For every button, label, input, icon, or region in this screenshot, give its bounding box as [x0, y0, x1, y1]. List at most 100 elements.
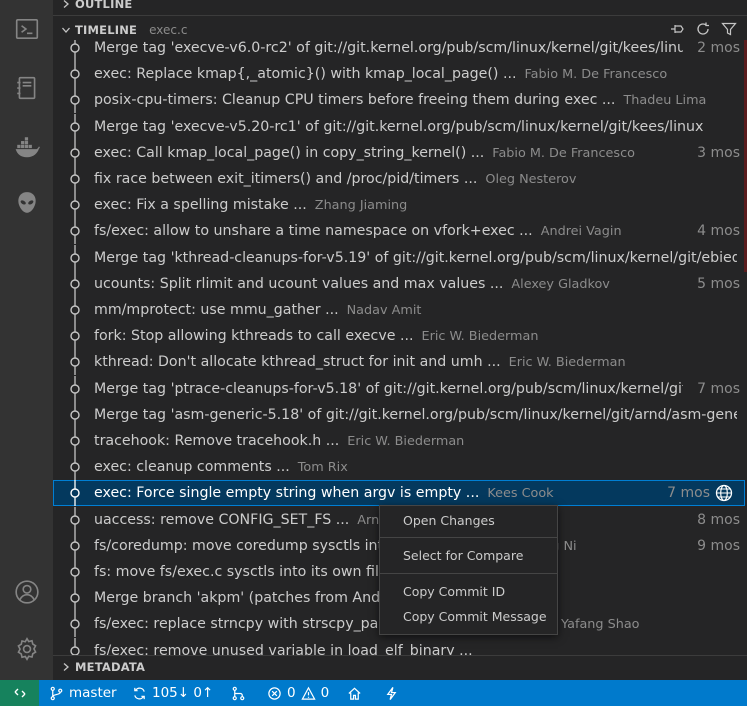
git-commit-icon — [70, 532, 80, 559]
git-commit-icon — [70, 454, 80, 481]
menu-separator — [380, 573, 557, 574]
git-commit-icon — [70, 323, 80, 350]
timeline-commit-row[interactable]: kthread: Don't allocate kthread_struct f… — [53, 349, 745, 376]
timeline-commit-row[interactable]: fix race between exit_itimers() and /pro… — [53, 166, 745, 192]
notebook-icon[interactable] — [0, 66, 53, 110]
account-icon[interactable] — [0, 570, 53, 614]
commit-message-text: Merge tag 'asm-generic-5.18' of git://gi… — [94, 406, 737, 423]
globe-icon[interactable] — [715, 484, 733, 502]
commit-message-text: Merge tag 'ptrace-cleanups-for-v5.18' of… — [94, 380, 683, 397]
commit-date: 2 mos — [697, 40, 740, 56]
commit-message-text: exec: Call kmap_local_page() in copy_str… — [94, 144, 485, 161]
timeline-commit-row[interactable]: fs/exec: allow to unshare a time namespa… — [53, 218, 745, 245]
commit-date: 8 mos — [697, 511, 740, 528]
commit-date: 7 mos — [697, 380, 740, 397]
git-commit-icon — [70, 270, 80, 297]
commit-message: exec: Call kmap_local_page() in copy_str… — [94, 145, 683, 161]
commit-message-text: exec: cleanup comments ... — [94, 459, 290, 476]
commit-author: Tom Rix — [297, 460, 348, 476]
commit-message-text: posix-cpu-timers: Cleanup CPU timers bef… — [94, 92, 616, 109]
pin-icon[interactable] — [669, 21, 685, 40]
lightning-item[interactable] — [384, 680, 399, 706]
sync-item[interactable]: 105↓ 0↑ — [132, 680, 213, 706]
filter-icon[interactable] — [721, 21, 737, 40]
commit-message: fs/exec: allow to unshare a time namespa… — [94, 223, 683, 239]
git-commit-icon — [70, 218, 80, 245]
refresh-icon[interactable] — [695, 21, 711, 40]
chevron-right-icon — [57, 0, 75, 9]
timeline-commit-row[interactable]: posix-cpu-timers: Cleanup CPU timers bef… — [53, 87, 745, 114]
git-commit-icon — [70, 40, 80, 61]
timeline-commit-row[interactable]: Merge tag 'ptrace-cleanups-for-v5.18' of… — [53, 375, 745, 402]
menu-item-copy-commit-message[interactable]: Copy Commit Message — [403, 609, 547, 624]
commit-message: ucounts: Split rlimit and ucount values … — [94, 276, 683, 292]
timeline-commit-row[interactable]: fs/exec: remove unused variable in load_… — [53, 637, 745, 655]
commit-message: Merge tag 'execve-v5.20-rc1' of git://gi… — [94, 119, 737, 135]
remote-icon — [14, 688, 25, 698]
commit-message: Merge tag 'ptrace-cleanups-for-v5.18' of… — [94, 381, 683, 397]
timeline-commit-row[interactable]: exec: Replace kmap{,_atomic}() with kmap… — [53, 61, 745, 88]
warning-count: 0 — [320, 685, 330, 701]
context-menu: Open Changes Select for Compare Copy Com… — [379, 505, 558, 635]
menu-item-open-changes[interactable]: Open Changes — [403, 513, 495, 528]
commit-author: Eric W. Biederman — [347, 434, 465, 449]
timeline-commit-row[interactable]: Merge tag 'execve-v6.0-rc2' of git://git… — [53, 40, 745, 61]
settings-gear-icon[interactable] — [0, 627, 53, 671]
commit-message-text: fix race between exit_itimers() and /pro… — [94, 171, 478, 187]
docker-icon[interactable] — [0, 125, 53, 169]
source-control-item[interactable] — [231, 680, 246, 706]
chevron-down-icon — [57, 25, 75, 35]
section-divider — [53, 15, 747, 16]
commit-message-text: exec: Fix a spelling mistake ... — [94, 197, 307, 214]
commit-author: Thadeu Lima — [623, 93, 707, 109]
timeline-commit-row[interactable]: exec: cleanup comments ... Tom Rix — [53, 454, 745, 481]
commit-message-text: Merge tag 'kthread-cleanups-for-v5.19' o… — [94, 249, 737, 266]
outline-section-header[interactable]: OUTLINE — [53, 0, 747, 15]
timeline-commit-row[interactable]: Merge tag 'asm-generic-5.18' of git://gi… — [53, 401, 745, 428]
timeline-commit-row[interactable]: mm/mprotect: use mmu_gather ... Nadav Ami… — [53, 297, 745, 323]
menu-item-copy-commit-id[interactable]: Copy Commit ID — [403, 584, 505, 599]
timeline-commit-row[interactable]: tracehook: Remove tracehook.h ... Eric W.… — [53, 428, 745, 454]
commit-author: Nadav Amit — [346, 303, 422, 318]
terminal-icon[interactable] — [0, 7, 53, 51]
timeline-commit-row[interactable]: Merge tag 'execve-v5.20-rc1' of git://gi… — [53, 113, 745, 140]
commit-author: Alexey Gladkov — [511, 276, 610, 292]
commit-message-text: ucounts: Split rlimit and ucount values … — [94, 275, 504, 292]
home-icon — [348, 687, 361, 700]
alien-icon[interactable] — [0, 181, 53, 225]
git-commit-icon — [70, 349, 80, 376]
commit-message: posix-cpu-timers: Cleanup CPU timers bef… — [94, 92, 737, 108]
metadata-section-header[interactable]: METADATA — [53, 655, 747, 678]
timeline-commit-row[interactable]: fork: Stop allowing kthreads to call exe… — [53, 323, 745, 350]
timeline-commit-row[interactable]: exec: Force single empty string when arg… — [53, 480, 745, 507]
commit-message-text: mm/mprotect: use mmu_gather ... — [94, 302, 339, 318]
home-item[interactable] — [347, 680, 362, 706]
commit-message: kthread: Don't allocate kthread_struct f… — [94, 354, 737, 370]
commit-author: Zhang Jiaming — [314, 198, 408, 214]
menu-item-select-for-compare[interactable]: Select for Compare — [403, 548, 523, 563]
status-bar: master 105↓ 0↑ 0 0 — [0, 680, 747, 706]
commit-message: tracehook: Remove tracehook.h ... Eric W.… — [94, 433, 737, 449]
timeline-commit-row[interactable]: Merge tag 'kthread-cleanups-for-v5.19' o… — [53, 244, 745, 271]
commit-author: Kees Cook — [487, 486, 554, 502]
timeline-commit-row[interactable]: exec: Fix a spelling mistake ... Zhang Ji… — [53, 192, 745, 219]
source-control-icon — [232, 686, 245, 700]
remote-indicator[interactable] — [0, 680, 39, 706]
branch-item[interactable]: master — [49, 680, 117, 706]
commit-message: mm/mprotect: use mmu_gather ... Nadav Ami… — [94, 302, 737, 318]
git-commit-icon — [70, 637, 80, 655]
commit-message-text: Merge tag 'execve-v6.0-rc2' of git://git… — [94, 40, 683, 56]
commit-message-text: uaccess: remove CONFIG_SET_FS ... — [94, 511, 350, 528]
timeline-actions — [669, 19, 737, 41]
commit-author: Fabio M. De Francesco — [524, 67, 668, 83]
git-branch-icon — [50, 686, 63, 700]
commit-message-text: exec: Force single empty string when arg… — [94, 485, 480, 502]
timeline-commit-row[interactable]: ucounts: Split rlimit and ucount values … — [53, 270, 745, 297]
timeline-commit-row[interactable]: exec: Call kmap_local_page() in copy_str… — [53, 139, 745, 166]
menu-separator — [380, 537, 557, 538]
commit-date: 3 mos — [697, 144, 740, 161]
timeline-section-header[interactable]: TIMELINE exec.c — [53, 19, 747, 41]
problems-item[interactable]: 0 0 — [267, 680, 329, 706]
commit-author: Andrei Vagin — [540, 224, 622, 240]
git-commit-icon — [70, 480, 80, 507]
